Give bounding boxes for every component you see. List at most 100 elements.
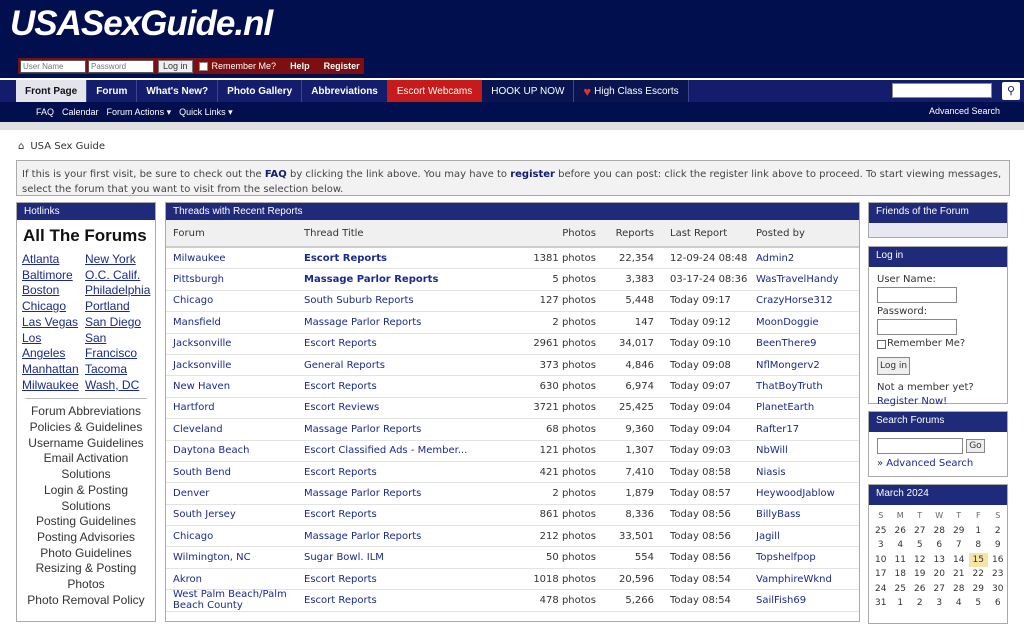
row-thread-title[interactable]: Massage Parlor Reports — [304, 488, 514, 499]
row-photos[interactable]: 1381 photos — [514, 253, 596, 264]
guideline-link[interactable]: Photo Removal Policy — [21, 593, 151, 609]
calendar-day[interactable]: 3 — [930, 596, 950, 611]
city-link[interactable]: Angeles — [22, 346, 85, 362]
calendar-day[interactable]: 25 — [891, 582, 911, 597]
row-posted-by[interactable]: SailFish69 — [756, 595, 856, 606]
row-forum-link[interactable]: South Bend — [166, 467, 304, 478]
row-photos[interactable]: 68 photos — [514, 424, 596, 435]
calendar-day[interactable]: 28 — [930, 524, 950, 539]
city-link[interactable]: Philadelphia — [85, 283, 157, 299]
guideline-link[interactable]: Email Activation — [21, 451, 151, 467]
guideline-link[interactable]: Login & Posting — [21, 483, 151, 499]
calendar-day[interactable]: 30 — [988, 582, 1008, 597]
calendar-day[interactable]: 31 — [871, 596, 891, 611]
row-thread-title[interactable]: Escort Reports — [304, 253, 514, 264]
guideline-link[interactable]: Resizing & Posting — [21, 561, 151, 577]
city-link[interactable]: Las Vegas — [22, 315, 85, 331]
register-now-link[interactable]: Register Now! — [877, 395, 999, 409]
row-forum-link[interactable]: Wilmington, NC — [166, 552, 304, 563]
row-posted-by[interactable]: BillyBass — [756, 509, 856, 520]
calendar-day[interactable]: 26 — [891, 524, 911, 539]
notice-register-link[interactable]: register — [510, 169, 555, 180]
city-link[interactable]: Manhattan — [22, 362, 85, 378]
row-photos[interactable]: 2 photos — [514, 488, 596, 499]
tab-high-class-escorts[interactable]: ♥ High Class Escorts — [574, 80, 689, 102]
row-forum-link[interactable]: Mansfield — [166, 317, 304, 328]
city-link[interactable]: Milwaukee — [22, 378, 85, 394]
row-thread-title[interactable]: General Reports — [304, 360, 514, 371]
row-thread-title[interactable]: Escort Reports — [304, 467, 514, 478]
subnav-forum-actions[interactable]: Forum Actions ▾ — [107, 107, 172, 118]
tab-abbreviations[interactable]: Abbreviations — [302, 80, 388, 102]
city-link[interactable]: San — [85, 331, 157, 347]
row-photos[interactable]: 5 photos — [514, 274, 596, 285]
search-forums-input[interactable] — [877, 438, 963, 454]
calendar-day[interactable]: 3 — [871, 538, 891, 553]
city-link[interactable]: Chicago — [22, 299, 85, 315]
row-forum-link[interactable]: Pittsburgh — [166, 274, 304, 285]
calendar-day[interactable]: 11 — [891, 553, 911, 568]
row-posted-by[interactable]: Rafter17 — [756, 424, 856, 435]
site-logo[interactable]: USASexGuide.nl — [10, 4, 273, 44]
row-photos[interactable]: 2961 photos — [514, 338, 596, 349]
subnav-calendar[interactable]: Calendar — [62, 107, 99, 117]
calendar-day[interactable]: 28 — [949, 582, 969, 597]
header-register-link[interactable]: Register — [324, 61, 360, 71]
calendar-day[interactable]: 5 — [969, 596, 989, 611]
row-photos[interactable]: 630 photos — [514, 381, 596, 392]
calendar-day[interactable]: 2 — [910, 596, 930, 611]
search-go-button[interactable]: Go — [966, 439, 985, 453]
header-login-button[interactable]: Log in — [158, 59, 193, 73]
row-photos[interactable]: 212 photos — [514, 531, 596, 542]
city-link[interactable]: O.C. Calif. — [85, 268, 157, 284]
row-thread-title[interactable]: Escort Reports — [304, 574, 514, 585]
row-posted-by[interactable]: CrazyHorse312 — [756, 295, 856, 306]
row-photos[interactable]: 421 photos — [514, 467, 596, 478]
search-icon[interactable]: ⚲ — [1002, 82, 1020, 100]
calendar-day[interactable]: 18 — [891, 567, 911, 582]
row-forum-link[interactable]: Hartford — [166, 402, 304, 413]
header-help-link[interactable]: Help — [290, 61, 310, 71]
row-posted-by[interactable]: NbWill — [756, 445, 856, 456]
city-link[interactable]: New York — [85, 252, 157, 268]
tab-whats-new[interactable]: What's New? — [137, 80, 219, 102]
row-forum-link[interactable]: Jacksonville — [166, 360, 304, 371]
row-forum-link[interactable]: South Jersey — [166, 509, 304, 520]
calendar-day[interactable]: 17 — [871, 567, 891, 582]
guideline-link[interactable]: Photos — [21, 577, 151, 593]
tab-forum[interactable]: Forum — [87, 80, 138, 102]
guideline-link[interactable]: Posting Guidelines — [21, 514, 151, 530]
guideline-link[interactable]: Photo Guidelines — [21, 546, 151, 562]
calendar-day[interactable]: 20 — [930, 567, 950, 582]
city-link[interactable]: Boston — [22, 283, 85, 299]
calendar-day[interactable]: 24 — [871, 582, 891, 597]
row-posted-by[interactable]: WasTravelHandy — [756, 274, 856, 285]
row-forum-link[interactable]: Cleveland — [166, 424, 304, 435]
row-posted-by[interactable]: ThatBoyTruth — [756, 381, 856, 392]
city-link[interactable]: San Diego — [85, 315, 157, 331]
row-thread-title[interactable]: Escort Reports — [304, 509, 514, 520]
calendar-day[interactable]: 25 — [871, 524, 891, 539]
calendar-day[interactable]: 13 — [930, 553, 950, 568]
city-link[interactable]: Los — [22, 331, 85, 347]
login-username-input[interactable] — [877, 287, 957, 303]
calendar-day[interactable]: 23 — [988, 567, 1008, 582]
guideline-link[interactable]: Solutions — [21, 467, 151, 483]
login-password-input[interactable] — [877, 319, 957, 335]
all-forums-link[interactable]: All The Forums — [17, 220, 155, 252]
city-link[interactable]: Baltimore — [22, 268, 85, 284]
row-forum-link[interactable]: New Haven — [166, 381, 304, 392]
row-photos[interactable]: 373 photos — [514, 360, 596, 371]
row-posted-by[interactable]: BeenThere9 — [756, 338, 856, 349]
row-thread-title[interactable]: Massage Parlor Reports — [304, 317, 514, 328]
calendar-day[interactable]: 29 — [949, 524, 969, 539]
calendar-day[interactable]: 26 — [910, 582, 930, 597]
row-photos[interactable]: 861 photos — [514, 509, 596, 520]
guideline-link[interactable]: Forum Abbreviations — [21, 404, 151, 420]
row-thread-title[interactable]: South Suburb Reports — [304, 295, 514, 306]
subnav-advanced-search[interactable]: Advanced Search — [929, 106, 1000, 116]
login-remember-checkbox[interactable] — [877, 339, 886, 349]
notice-faq-link[interactable]: FAQ — [265, 169, 287, 180]
row-forum-link[interactable]: Chicago — [166, 295, 304, 306]
row-forum-link[interactable]: Milwaukee — [166, 253, 304, 264]
